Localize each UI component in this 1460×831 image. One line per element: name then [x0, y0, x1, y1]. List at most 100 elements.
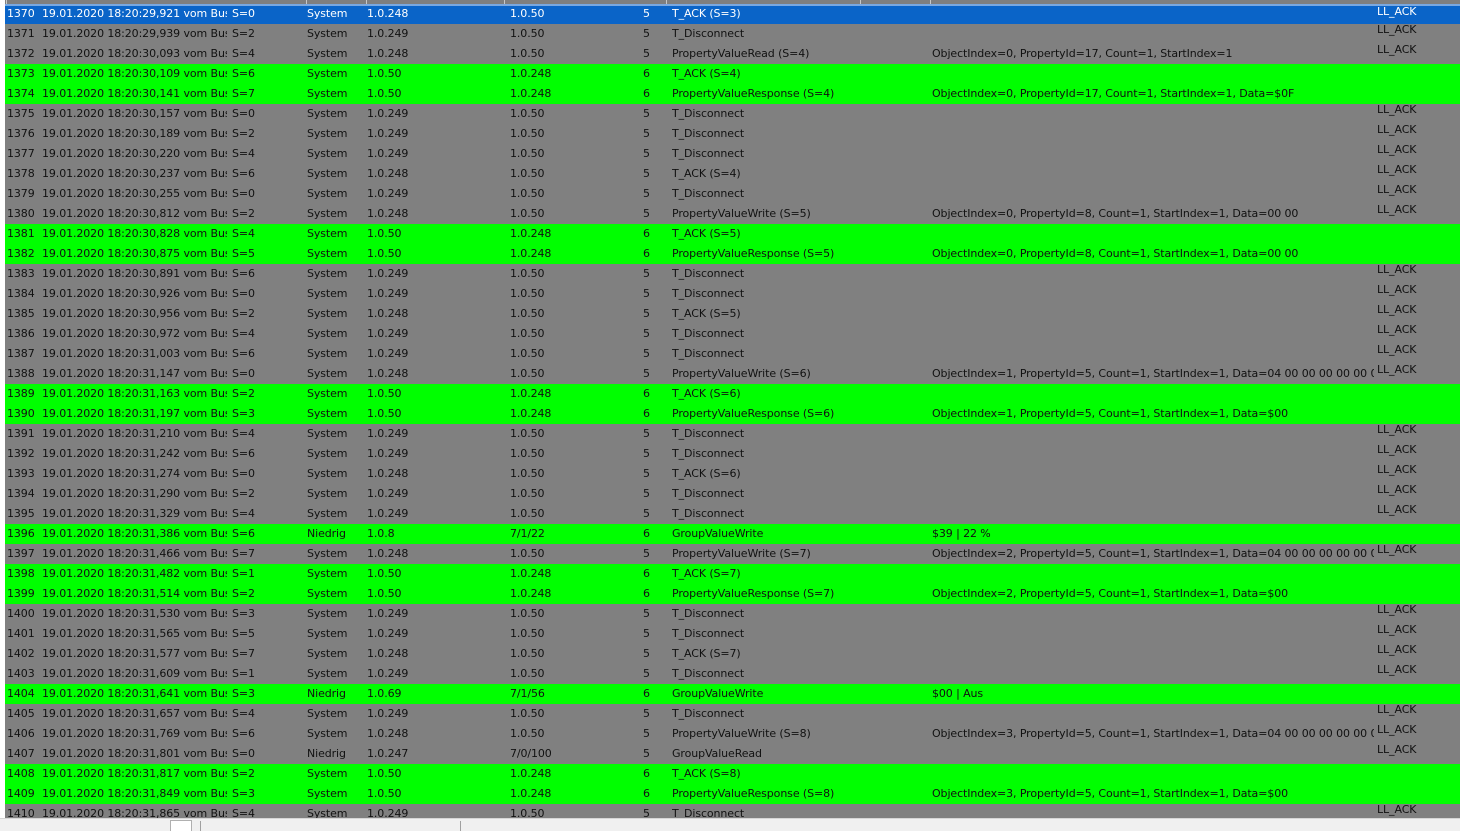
telegram-routing: 5: [643, 627, 650, 640]
telegram-destination: 1.0.50: [510, 167, 545, 180]
table-row[interactable]: 1381 19.01.2020 18:20:30,828 vom Bus S=4 Sy…: [5, 224, 1460, 244]
table-row[interactable]: 1409 19.01.2020 18:20:31,849 vom Bus S=3 Sy…: [5, 784, 1460, 804]
table-row[interactable]: 1390 19.01.2020 18:20:31,197 vom Bus S=3 Sy…: [5, 404, 1460, 424]
telegram-time: 19.01.2020 18:20:31,817 vom Bus: [42, 767, 227, 780]
telegram-priority: System: [307, 127, 348, 140]
telegram-time: 19.01.2020 18:20:30,220 vom Bus: [42, 147, 227, 160]
telegram-time: 19.01.2020 18:20:31,530 vom Bus: [42, 607, 227, 620]
table-row[interactable]: 1408 19.01.2020 18:20:31,817 vom Bus S=2 Sy…: [5, 764, 1460, 784]
telegram-list[interactable]: 1370 19.01.2020 18:20:29,921 vom Bus S=0 Sy…: [5, 0, 1460, 818]
table-row[interactable]: 1401 19.01.2020 18:20:31,565 vom Bus S=5 Sy…: [5, 623, 1460, 644]
table-row[interactable]: 1392 19.01.2020 18:20:31,242 vom Bus S=6 Sy…: [5, 443, 1460, 464]
telegram-time: 19.01.2020 18:20:31,609 vom Bus: [42, 667, 227, 680]
telegram-number: 1388: [7, 367, 35, 380]
table-row[interactable]: 1398 19.01.2020 18:20:31,482 vom Bus S=1 Sy…: [5, 564, 1460, 584]
telegram-number: 1397: [7, 547, 35, 560]
telegram-source: 1.0.249: [367, 507, 409, 520]
telegram-type: T_Disconnect: [672, 107, 745, 120]
table-row[interactable]: 1386 19.01.2020 18:20:30,972 vom Bus S=4 Sy…: [5, 323, 1460, 344]
telegram-number: 1377: [7, 147, 35, 160]
telegram-destination: 1.0.50: [510, 107, 545, 120]
telegram-type: T_ACK (S=5): [672, 307, 741, 320]
telegram-type: T_Disconnect: [672, 807, 745, 818]
table-row[interactable]: 1410 19.01.2020 18:20:31,865 vom Bus S=4 Sy…: [5, 803, 1460, 818]
table-row[interactable]: 1393 19.01.2020 18:20:31,274 vom Bus S=0 Sy…: [5, 463, 1460, 484]
telegram-time: 19.01.2020 18:20:30,956 vom Bus: [42, 307, 227, 320]
telegram-type: T_Disconnect: [672, 427, 745, 440]
telegram-sequence: S=3: [232, 607, 255, 620]
telegram-number: 1393: [7, 467, 35, 480]
telegram-routing: 5: [643, 187, 650, 200]
telegram-ack: LL_ACK: [1377, 203, 1417, 216]
telegram-number: 1386: [7, 327, 35, 340]
telegram-ack: LL_ACK: [1377, 263, 1417, 276]
table-row[interactable]: 1379 19.01.2020 18:20:30,255 vom Bus S=0 Sy…: [5, 183, 1460, 204]
telegram-ack: LL_ACK: [1377, 663, 1417, 676]
table-row[interactable]: 1388 19.01.2020 18:20:31,147 vom Bus S=0 Sy…: [5, 363, 1460, 384]
telegram-source: 1.0.50: [367, 407, 402, 420]
table-row[interactable]: 1403 19.01.2020 18:20:31,609 vom Bus S=1 Sy…: [5, 663, 1460, 684]
table-row[interactable]: 1375 19.01.2020 18:20:30,157 vom Bus S=0 Sy…: [5, 103, 1460, 124]
table-row[interactable]: 1387 19.01.2020 18:20:31,003 vom Bus S=6 Sy…: [5, 343, 1460, 364]
telegram-time: 19.01.2020 18:20:30,972 vom Bus: [42, 327, 227, 340]
table-row[interactable]: 1376 19.01.2020 18:20:30,189 vom Bus S=2 Sy…: [5, 123, 1460, 144]
telegram-routing: 5: [643, 507, 650, 520]
telegram-number: 1408: [7, 767, 35, 780]
telegram-ack: LL_ACK: [1377, 123, 1417, 136]
telegram-priority: System: [307, 247, 348, 260]
telegram-ack: LL_ACK: [1377, 283, 1417, 296]
telegram-routing: 5: [643, 607, 650, 620]
telegram-destination: 1.0.50: [510, 127, 545, 140]
telegram-number: 1390: [7, 407, 35, 420]
table-row[interactable]: 1394 19.01.2020 18:20:31,290 vom Bus S=2 Sy…: [5, 483, 1460, 504]
table-row[interactable]: 1402 19.01.2020 18:20:31,577 vom Bus S=7 Sy…: [5, 643, 1460, 664]
telegram-number: 1384: [7, 287, 35, 300]
table-row[interactable]: 1404 19.01.2020 18:20:31,641 vom Bus S=3 Ni…: [5, 684, 1460, 704]
telegram-source: 1.0.249: [367, 427, 409, 440]
status-bar: [0, 818, 1460, 831]
telegram-ack: LL_ACK: [1377, 603, 1417, 616]
table-row[interactable]: 1370 19.01.2020 18:20:29,921 vom Bus S=0 Sy…: [5, 4, 1460, 24]
table-row[interactable]: 1406 19.01.2020 18:20:31,769 vom Bus S=6 Sy…: [5, 723, 1460, 744]
telegram-destination: 1.0.50: [510, 467, 545, 480]
table-row[interactable]: 1405 19.01.2020 18:20:31,657 vom Bus S=4 Sy…: [5, 703, 1460, 724]
table-row[interactable]: 1407 19.01.2020 18:20:31,801 vom Bus S=0 Ni…: [5, 743, 1460, 764]
telegram-type: T_Disconnect: [672, 347, 745, 360]
telegram-sequence: S=4: [232, 427, 255, 440]
table-row[interactable]: 1400 19.01.2020 18:20:31,530 vom Bus S=3 Sy…: [5, 603, 1460, 624]
table-row[interactable]: 1399 19.01.2020 18:20:31,514 vom Bus S=2 Sy…: [5, 584, 1460, 604]
table-row[interactable]: 1374 19.01.2020 18:20:30,141 vom Bus S=7 Sy…: [5, 84, 1460, 104]
telegram-type: T_Disconnect: [672, 267, 745, 280]
table-row[interactable]: 1395 19.01.2020 18:20:31,329 vom Bus S=4 Sy…: [5, 503, 1460, 524]
telegram-source: 1.0.249: [367, 287, 409, 300]
table-row[interactable]: 1391 19.01.2020 18:20:31,210 vom Bus S=4 Sy…: [5, 423, 1460, 444]
telegram-routing: 5: [643, 547, 650, 560]
table-row[interactable]: 1372 19.01.2020 18:20:30,093 vom Bus S=4 Sy…: [5, 43, 1460, 64]
telegram-priority: System: [307, 267, 348, 280]
table-row[interactable]: 1373 19.01.2020 18:20:30,109 vom Bus S=6 Sy…: [5, 64, 1460, 84]
telegram-source: 1.0.248: [367, 307, 409, 320]
table-row[interactable]: 1389 19.01.2020 18:20:31,163 vom Bus S=2 Sy…: [5, 384, 1460, 404]
telegram-type: T_ACK (S=7): [672, 567, 741, 580]
telegram-type: T_Disconnect: [672, 627, 745, 640]
table-row[interactable]: 1397 19.01.2020 18:20:31,466 vom Bus S=7 Sy…: [5, 543, 1460, 564]
telegram-routing: 5: [643, 267, 650, 280]
table-row[interactable]: 1371 19.01.2020 18:20:29,939 vom Bus S=2 Sy…: [5, 23, 1460, 44]
table-row[interactable]: 1382 19.01.2020 18:20:30,875 vom Bus S=5 Sy…: [5, 244, 1460, 264]
status-button[interactable]: [170, 820, 192, 831]
telegram-routing: 5: [643, 667, 650, 680]
telegram-routing: 6: [643, 407, 650, 420]
table-row[interactable]: 1396 19.01.2020 18:20:31,386 vom Bus S=6 Ni…: [5, 524, 1460, 544]
table-row[interactable]: 1380 19.01.2020 18:20:30,812 vom Bus S=2 Sy…: [5, 203, 1460, 224]
table-row[interactable]: 1377 19.01.2020 18:20:30,220 vom Bus S=4 Sy…: [5, 143, 1460, 164]
table-row[interactable]: 1385 19.01.2020 18:20:30,956 vom Bus S=2 Sy…: [5, 303, 1460, 324]
telegram-source: 1.0.248: [367, 467, 409, 480]
telegram-sequence: S=2: [232, 587, 255, 600]
table-row[interactable]: 1383 19.01.2020 18:20:30,891 vom Bus S=6 Sy…: [5, 263, 1460, 284]
telegram-priority: System: [307, 547, 348, 560]
telegram-source: 1.0.249: [367, 187, 409, 200]
table-row[interactable]: 1378 19.01.2020 18:20:30,237 vom Bus S=6 Sy…: [5, 163, 1460, 184]
telegram-ack: LL_ACK: [1377, 703, 1417, 716]
table-row[interactable]: 1384 19.01.2020 18:20:30,926 vom Bus S=0 Sy…: [5, 283, 1460, 304]
telegram-type: T_Disconnect: [672, 607, 745, 620]
